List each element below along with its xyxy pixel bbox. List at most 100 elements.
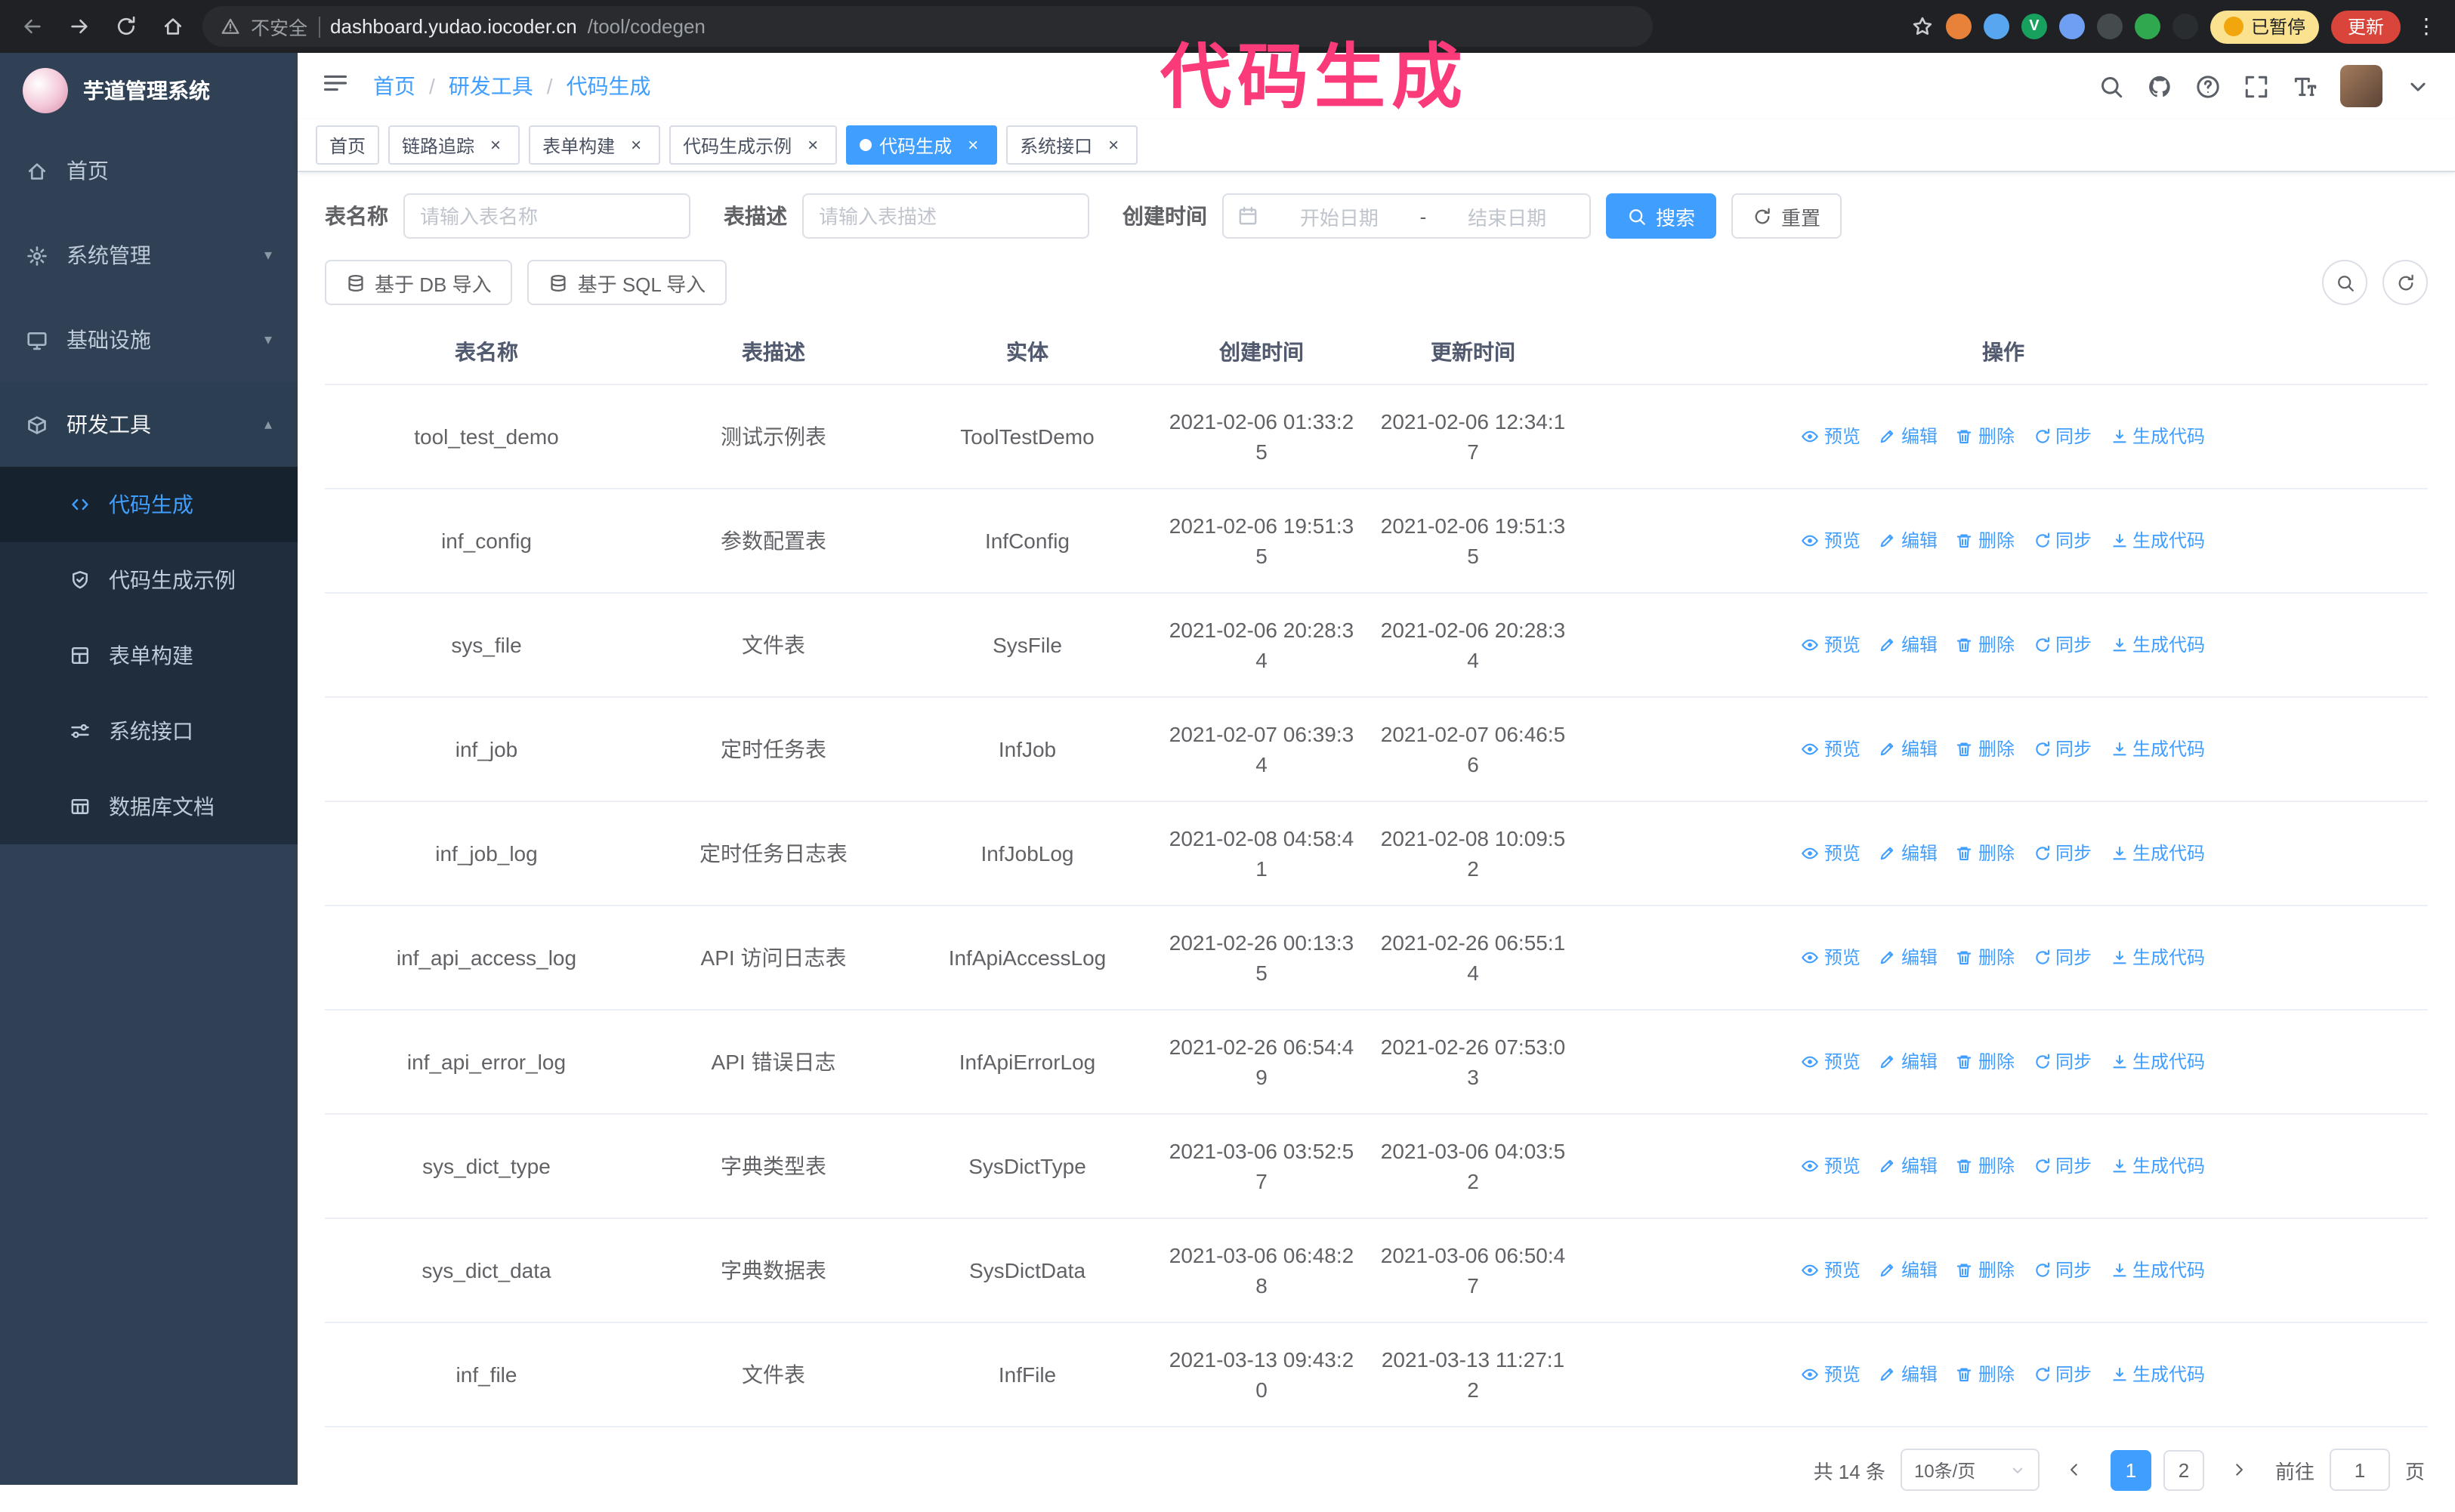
edit-link[interactable]: 编辑 — [1879, 733, 1938, 764]
delete-link[interactable]: 删除 — [1956, 421, 2015, 451]
next-page-button[interactable] — [2219, 1449, 2260, 1490]
delete-link[interactable]: 删除 — [1956, 629, 2015, 659]
extension-icon-dark[interactable] — [2096, 14, 2123, 39]
delete-link[interactable]: 删除 — [1956, 838, 2015, 868]
sync-link[interactable]: 同步 — [2033, 1254, 2092, 1285]
font-size-icon[interactable] — [2292, 73, 2318, 99]
sync-link[interactable]: 同步 — [2033, 838, 2092, 868]
preview-link[interactable]: 预览 — [1802, 1150, 1861, 1180]
tab-链路追踪[interactable]: 链路追踪 × — [388, 125, 520, 165]
tab-代码生成[interactable]: 代码生成 × — [846, 125, 998, 165]
delete-link[interactable]: 删除 — [1956, 733, 2015, 764]
update-button[interactable]: 更新 — [2330, 10, 2401, 43]
sync-link[interactable]: 同步 — [2033, 1150, 2092, 1180]
import-db-button[interactable]: 基于 DB 导入 — [325, 260, 513, 305]
edit-link[interactable]: 编辑 — [1879, 1254, 1938, 1285]
edit-link[interactable]: 编辑 — [1879, 421, 1938, 451]
delete-link[interactable]: 删除 — [1956, 1150, 2015, 1180]
delete-link[interactable]: 删除 — [1956, 942, 2015, 972]
prev-page-button[interactable] — [2054, 1449, 2095, 1490]
preview-link[interactable]: 预览 — [1802, 1254, 1861, 1285]
generate-code-link[interactable]: 生成代码 — [2110, 421, 2205, 451]
search-icon[interactable] — [2098, 73, 2124, 99]
tab-表单构建[interactable]: 表单构建 × — [529, 125, 661, 165]
logo[interactable]: 芋道管理系统 — [0, 53, 298, 128]
sidebar-subitem-shield[interactable]: 代码生成示例 — [0, 542, 298, 618]
sidebar-item-home[interactable]: 首页 — [0, 128, 298, 213]
tab-close-icon[interactable]: × — [485, 134, 506, 156]
fullscreen-icon[interactable] — [2243, 73, 2269, 99]
generate-code-link[interactable]: 生成代码 — [2110, 942, 2205, 972]
preview-link[interactable]: 预览 — [1802, 1046, 1861, 1076]
chevron-down-icon[interactable] — [2405, 73, 2431, 99]
bookmark-star-icon[interactable] — [1911, 15, 1934, 38]
generate-code-link[interactable]: 生成代码 — [2110, 629, 2205, 659]
sync-link[interactable]: 同步 — [2033, 1046, 2092, 1076]
generate-code-link[interactable]: 生成代码 — [2110, 1046, 2205, 1076]
edit-link[interactable]: 编辑 — [1879, 1359, 1938, 1389]
generate-code-link[interactable]: 生成代码 — [2110, 1359, 2205, 1389]
preview-link[interactable]: 预览 — [1802, 942, 1861, 972]
breadcrumb-item[interactable]: 首页 — [373, 71, 415, 101]
toggle-search-button[interactable] — [2322, 260, 2367, 305]
address-bar[interactable]: 不安全 dashboard.yudao.iocoder.cn/tool/code… — [202, 6, 1653, 47]
extension-icon-pin[interactable] — [2172, 14, 2198, 39]
import-sql-button[interactable]: 基于 SQL 导入 — [527, 260, 727, 305]
reset-button[interactable]: 重置 — [1731, 193, 1842, 239]
edit-link[interactable]: 编辑 — [1879, 525, 1938, 555]
hamburger-icon[interactable] — [322, 69, 349, 103]
reload-icon[interactable] — [109, 15, 142, 38]
sync-link[interactable]: 同步 — [2033, 421, 2092, 451]
forward-icon[interactable] — [62, 15, 95, 38]
preview-link[interactable]: 预览 — [1802, 1359, 1861, 1389]
generate-code-link[interactable]: 生成代码 — [2110, 838, 2205, 868]
tab-close-icon[interactable]: × — [962, 134, 984, 156]
generate-code-link[interactable]: 生成代码 — [2110, 1150, 2205, 1180]
preview-link[interactable]: 预览 — [1802, 733, 1861, 764]
extension-icon-leaf[interactable] — [2134, 14, 2160, 39]
github-icon[interactable] — [2147, 73, 2172, 99]
help-icon[interactable] — [2195, 73, 2221, 99]
tab-close-icon[interactable]: × — [1103, 134, 1124, 156]
avatar[interactable] — [2340, 65, 2382, 107]
delete-link[interactable]: 删除 — [1956, 1359, 2015, 1389]
date-range-picker[interactable]: 开始日期 - 结束日期 — [1222, 193, 1591, 239]
sidebar-subitem-form[interactable]: 表单构建 — [0, 618, 298, 693]
table-desc-input[interactable] — [802, 193, 1089, 239]
sync-link[interactable]: 同步 — [2033, 629, 2092, 659]
extension-icon-green-v[interactable]: V — [2021, 14, 2047, 39]
edit-link[interactable]: 编辑 — [1879, 942, 1938, 972]
delete-link[interactable]: 删除 — [1956, 525, 2015, 555]
refresh-table-button[interactable] — [2382, 260, 2428, 305]
extension-icon-orange[interactable] — [1945, 14, 1972, 39]
preview-link[interactable]: 预览 — [1802, 629, 1861, 659]
tab-close-icon[interactable]: × — [625, 134, 647, 156]
edit-link[interactable]: 编辑 — [1879, 1150, 1938, 1180]
sidebar-subitem-code[interactable]: 代码生成 — [0, 467, 298, 542]
extension-icon-blue[interactable] — [1983, 14, 2009, 39]
tab-代码生成示例[interactable]: 代码生成示例 × — [669, 125, 838, 165]
search-button[interactable]: 搜索 — [1606, 193, 1717, 239]
edit-link[interactable]: 编辑 — [1879, 838, 1938, 868]
page-button-1[interactable]: 1 — [2110, 1449, 2151, 1490]
sidebar-item-tools[interactable]: 研发工具 ▴ — [0, 382, 298, 467]
preview-link[interactable]: 预览 — [1802, 525, 1861, 555]
paused-badge[interactable]: 已暂停 — [2210, 10, 2319, 43]
table-name-input[interactable] — [403, 193, 690, 239]
edit-link[interactable]: 编辑 — [1879, 629, 1938, 659]
extension-icon-people[interactable] — [2058, 14, 2085, 39]
generate-code-link[interactable]: 生成代码 — [2110, 733, 2205, 764]
tab-close-icon[interactable]: × — [802, 134, 823, 156]
edit-link[interactable]: 编辑 — [1879, 1046, 1938, 1076]
sync-link[interactable]: 同步 — [2033, 525, 2092, 555]
preview-link[interactable]: 预览 — [1802, 421, 1861, 451]
back-icon[interactable] — [15, 15, 48, 38]
sidebar-subitem-dbdoc[interactable]: 数据库文档 — [0, 769, 298, 844]
sync-link[interactable]: 同步 — [2033, 733, 2092, 764]
sidebar-item-gear[interactable]: 系统管理 ▾ — [0, 213, 298, 298]
sync-link[interactable]: 同步 — [2033, 942, 2092, 972]
generate-code-link[interactable]: 生成代码 — [2110, 1254, 2205, 1285]
browser-menu-icon[interactable]: ⋮ — [2413, 14, 2440, 39]
generate-code-link[interactable]: 生成代码 — [2110, 525, 2205, 555]
tab-系统接口[interactable]: 系统接口 × — [1006, 125, 1138, 165]
